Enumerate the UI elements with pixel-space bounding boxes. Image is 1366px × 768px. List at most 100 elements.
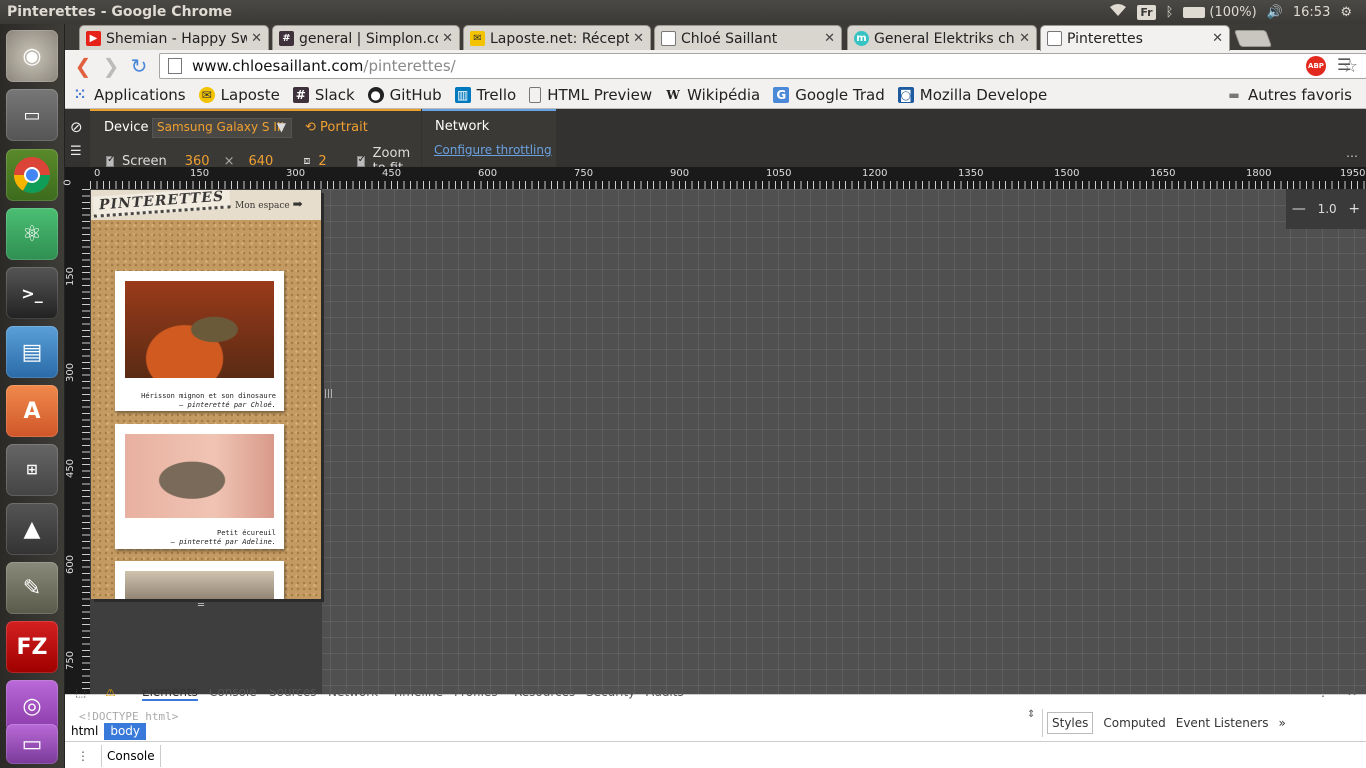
more-options-icon[interactable]: ⋯ xyxy=(1346,149,1358,163)
network-section: Network Configure throttling xyxy=(422,109,556,167)
inkscape-icon[interactable]: ▲ xyxy=(6,503,58,555)
files-icon[interactable]: ▭ xyxy=(6,89,58,141)
other-bookmarks[interactable]: ▬ Autres favoris xyxy=(1226,86,1352,104)
more-tabs-icon[interactable]: » xyxy=(1278,716,1285,730)
tab-timeline[interactable]: Timeline xyxy=(392,689,443,699)
devtools-menu-icon[interactable]: ⋮ xyxy=(1317,689,1329,699)
tab-5[interactable]: m General Elektriks cha ✕ xyxy=(847,25,1037,51)
tab-elements[interactable]: Elements xyxy=(142,689,198,701)
tab-audits[interactable]: Audits xyxy=(646,689,684,699)
site-logo[interactable]: PINTERETTES xyxy=(92,190,231,218)
tab-1[interactable]: ▶ Shemian - Happy Swi ✕ xyxy=(79,25,269,51)
tab-4[interactable]: Chloé Saillant ✕ xyxy=(654,25,842,51)
pin-card[interactable]: Hérisson mignon et son dinosaure – pinte… xyxy=(115,271,284,411)
gear-icon[interactable]: ⚙ xyxy=(1340,5,1352,20)
horizontal-ruler: 0 150 300 450 600 750 900 1050 1200 1350… xyxy=(90,167,1366,189)
rotate-button[interactable]: ⟲ Portrait xyxy=(305,120,368,135)
tab-3[interactable]: ✉ Laposte.net: Récepti ✕ xyxy=(463,25,651,51)
ruler-tick: 300 xyxy=(65,362,77,383)
drawer-tab-console[interactable]: Console xyxy=(101,744,161,767)
chevron-down-icon: ▼ xyxy=(276,120,286,134)
resize-width-handle[interactable]: ||| xyxy=(324,389,333,399)
close-icon[interactable]: ✕ xyxy=(442,31,453,46)
zoom-in-button[interactable]: + xyxy=(1348,201,1360,217)
tab-security[interactable]: Security xyxy=(586,689,635,699)
device-select[interactable]: Samsung Galaxy S III ▼ xyxy=(152,118,292,138)
bookmark-laposte[interactable]: ✉ Laposte xyxy=(198,86,280,104)
tab-title: Shemian - Happy Swi xyxy=(106,30,248,47)
bookmark-slack[interactable]: # Slack xyxy=(292,86,355,104)
volume-icon[interactable]: 🔊 xyxy=(1267,5,1283,20)
dom-tree-line[interactable]: <!DOCTYPE html> xyxy=(79,710,178,723)
close-icon[interactable]: ✕ xyxy=(1347,689,1357,699)
libreoffice-writer-icon[interactable]: ▤ xyxy=(6,326,58,378)
adblock-plus-icon[interactable]: ABP xyxy=(1306,56,1326,76)
back-button[interactable]: ❮ xyxy=(69,52,97,80)
github-icon: ● xyxy=(367,87,384,103)
media-queries-icon[interactable]: ☰ xyxy=(70,144,82,159)
tab-network[interactable]: Network xyxy=(328,689,378,699)
resize-height-handle[interactable]: ═ xyxy=(198,600,204,611)
url-host: www.chloesaillant.com xyxy=(192,57,364,75)
tab-2[interactable]: # general | Simplon.co ✕ xyxy=(272,25,460,51)
tab-styles[interactable]: Styles xyxy=(1047,712,1094,734)
tab-computed[interactable]: Computed xyxy=(1103,716,1165,730)
pin-card[interactable] xyxy=(115,561,284,599)
bookmark-html-preview[interactable]: HTML Preview xyxy=(529,86,652,104)
tab-event-listeners[interactable]: Event Listeners xyxy=(1176,716,1269,730)
workspace-switcher-icon[interactable]: ⊞ xyxy=(6,444,58,496)
breadcrumb-html[interactable]: html xyxy=(65,723,104,740)
tab-title: General Elektriks cha xyxy=(874,30,1016,47)
zoom-to-fit-checkbox[interactable] xyxy=(356,154,366,167)
bookmark-github[interactable]: ● GitHub xyxy=(367,86,442,104)
bluetooth-icon[interactable]: ᛒ xyxy=(1166,5,1174,20)
close-icon[interactable]: ✕ xyxy=(824,31,835,46)
configure-throttling-link[interactable]: Configure throttling xyxy=(434,143,552,157)
breadcrumb-body[interactable]: body xyxy=(104,723,147,740)
pin-card[interactable]: Petit écureuil – pinteretté par Adeline. xyxy=(115,424,284,549)
atom-icon[interactable]: ⚛ xyxy=(6,208,58,260)
filezilla-icon[interactable]: FZ xyxy=(6,621,58,673)
software-center-icon[interactable]: A xyxy=(6,385,58,437)
emulated-page[interactable]: PINTERETTES Mon espace ➡ Hérisson mignon… xyxy=(91,190,321,599)
page-info-icon[interactable] xyxy=(168,58,182,74)
chrome-menu-icon[interactable]: ☰ xyxy=(1337,55,1351,74)
scroll-arrows-icon[interactable]: ⇕ xyxy=(1027,709,1035,720)
screen-checkbox[interactable] xyxy=(106,154,115,167)
clock[interactable]: 16:53 xyxy=(1293,5,1330,20)
bookmark-trello[interactable]: ▥ Trello xyxy=(454,86,516,104)
tab-title: general | Simplon.co xyxy=(299,30,439,47)
tab-active-pinterettes[interactable]: Pinterettes ✕ xyxy=(1040,25,1230,51)
battery-indicator[interactable]: (100%) xyxy=(1183,5,1257,20)
terminal-icon[interactable]: >_ xyxy=(6,267,58,319)
close-icon[interactable]: ✕ xyxy=(633,31,644,46)
bookmark-google-trad[interactable]: G Google Trad xyxy=(773,86,885,104)
tab-resources[interactable]: Resources xyxy=(514,689,575,699)
new-tab-button[interactable] xyxy=(1233,30,1273,47)
warning-icon[interactable]: ⚠ xyxy=(105,689,116,699)
close-icon[interactable]: ✕ xyxy=(1212,31,1223,46)
drawer-menu-icon[interactable]: ⋮ xyxy=(77,749,89,763)
reload-button[interactable]: ↻ xyxy=(125,52,153,80)
tab-console[interactable]: Console xyxy=(209,689,257,699)
close-icon[interactable]: ✕ xyxy=(1019,31,1030,46)
my-space-link[interactable]: Mon espace ➡ xyxy=(235,197,303,211)
wifi-icon[interactable] xyxy=(1109,3,1127,21)
keyboard-layout-indicator[interactable]: Fr xyxy=(1137,4,1156,20)
ubuntu-dash-icon[interactable]: ◉ xyxy=(6,30,58,82)
disable-device-mode-icon[interactable]: ⊘ xyxy=(70,118,83,136)
scanner-app-icon[interactable]: ▭ xyxy=(6,724,58,764)
system-top-bar: Pinterettes - Google Chrome Fr ᛒ (100%) … xyxy=(0,0,1366,24)
zoom-out-button[interactable]: — xyxy=(1292,201,1306,217)
gimp-icon[interactable]: ✎ xyxy=(6,562,58,614)
address-bar[interactable]: www.chloesaillant.com/pinterettes/ ☆ xyxy=(159,53,1366,79)
bookmark-mozilla[interactable]: ◙ Mozilla Develope xyxy=(897,86,1047,104)
forward-button[interactable]: ❯ xyxy=(97,52,125,80)
tab-profiles[interactable]: Profiles xyxy=(454,689,498,699)
inspect-icon[interactable]: ⬚ xyxy=(75,689,86,699)
close-icon[interactable]: ✕ xyxy=(251,31,262,46)
tab-sources[interactable]: Sources xyxy=(269,689,316,699)
bookmark-applications[interactable]: ⁙ Applications xyxy=(72,86,186,104)
chrome-icon[interactable] xyxy=(6,149,58,201)
bookmark-wikipedia[interactable]: W Wikipédia xyxy=(665,86,760,104)
